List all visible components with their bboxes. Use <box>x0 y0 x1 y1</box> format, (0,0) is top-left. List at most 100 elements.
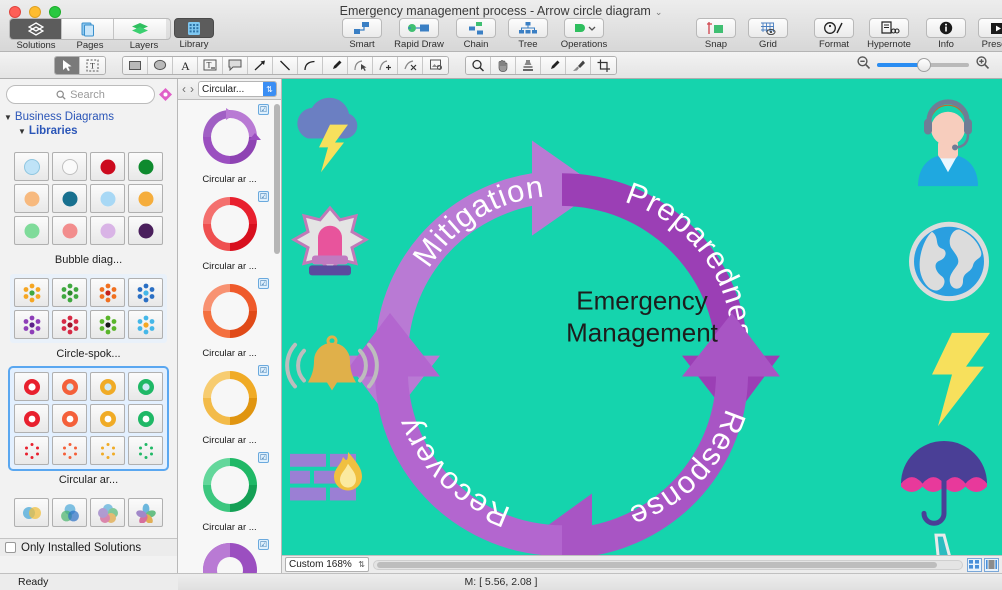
swatch[interactable] <box>52 184 87 213</box>
swatch[interactable] <box>52 216 87 245</box>
solutions-tree[interactable]: ▼ Business Diagrams ▼ Libraries <box>0 108 177 138</box>
library-button[interactable]: Library <box>168 18 220 50</box>
swatch[interactable] <box>14 310 49 339</box>
swatch[interactable] <box>52 436 87 465</box>
swatch[interactable] <box>128 404 163 433</box>
library-section-circle-spoke[interactable]: Circle-spok... <box>0 274 177 362</box>
library-sections[interactable]: Bubble diag... Circle-spok... Circular a… <box>0 138 177 573</box>
only-installed-row[interactable]: Only Installed Solutions <box>0 538 177 556</box>
swatch[interactable] <box>128 278 163 307</box>
diagram-canvas[interactable]: Mitigation Preparedness Re <box>282 79 1002 555</box>
list-item[interactable]: ☑ Circular ar ... <box>178 187 281 274</box>
hand-tool[interactable] <box>491 56 516 74</box>
swatch[interactable] <box>90 152 125 181</box>
swatch[interactable] <box>90 404 125 433</box>
swatch[interactable] <box>14 216 49 245</box>
zoom-level-select[interactable]: Custom 168% ⇅ <box>285 557 369 572</box>
list-item[interactable]: ☑ Circular ar ... <box>178 274 281 361</box>
zoom-tool[interactable] <box>466 56 491 74</box>
delete-node-tool[interactable] <box>398 56 423 74</box>
swatch[interactable] <box>52 372 87 401</box>
swatch[interactable] <box>90 372 125 401</box>
swatch[interactable] <box>128 310 163 339</box>
scrollbar-thumb[interactable] <box>377 561 937 568</box>
swatch[interactable] <box>90 436 125 465</box>
diagram-tools-group[interactable]: Smart Rapid Draw Chain Tree Operations <box>336 18 614 50</box>
line-tool[interactable] <box>273 56 298 74</box>
text-select-tool[interactable]: T <box>80 56 105 74</box>
present-button[interactable]: Present <box>972 18 1002 50</box>
layers-button[interactable] <box>114 19 166 39</box>
swatch[interactable] <box>14 278 49 307</box>
curve-tool[interactable] <box>298 56 323 74</box>
swatch[interactable] <box>90 278 125 307</box>
library-item-list[interactable]: ☑ Circular ar ... ☑ Circular ar ... ☑ Ci… <box>178 100 281 573</box>
swatch[interactable] <box>90 184 125 213</box>
pen-tool[interactable] <box>323 56 348 74</box>
swatch[interactable] <box>52 404 87 433</box>
stamp-tool[interactable] <box>516 56 541 74</box>
title-chevron-icon[interactable]: ⌄ <box>655 7 663 17</box>
library-button-group[interactable]: Library <box>168 18 220 50</box>
format-button[interactable]: Format <box>810 18 858 50</box>
rapid-draw-button[interactable]: Rapid Draw <box>388 18 450 50</box>
list-item[interactable]: ☑ Circular ar ... <box>178 361 281 448</box>
list-item[interactable]: ☑ Arrows donu ... <box>178 535 281 573</box>
swatch[interactable] <box>128 184 163 213</box>
search-input[interactable]: Search <box>6 85 155 104</box>
smart-button[interactable]: Smart <box>336 18 388 50</box>
only-installed-checkbox[interactable] <box>5 542 16 553</box>
horizontal-scrollbar[interactable] <box>373 559 963 570</box>
zoom-slider[interactable] <box>877 58 969 72</box>
view-mode-buttons[interactable] <box>967 557 999 572</box>
format-group[interactable]: Format Hypernote Info Present <box>810 18 1002 50</box>
stepper-icon[interactable]: ⇅ <box>263 82 276 96</box>
ellipse-tool[interactable] <box>148 56 173 74</box>
swatch[interactable] <box>14 404 49 433</box>
info-button[interactable]: Info <box>920 18 972 50</box>
single-view-button[interactable] <box>984 557 999 572</box>
swatch[interactable] <box>14 152 49 181</box>
swatch[interactable] <box>90 310 125 339</box>
chain-button[interactable]: Chain <box>450 18 502 50</box>
library-section-bubble[interactable]: Bubble diag... <box>0 148 177 268</box>
chevron-left-icon[interactable]: ‹ <box>182 82 186 96</box>
swatch[interactable] <box>52 310 87 339</box>
snap-grid-group[interactable]: Snap Grid <box>690 18 794 50</box>
zoom-slider-knob[interactable] <box>917 58 931 72</box>
grid-button[interactable]: Grid <box>742 18 794 50</box>
view-tool-group[interactable] <box>465 55 617 75</box>
library-selector[interactable]: Circular... ⇅ <box>198 81 277 97</box>
add-node-tool[interactable] <box>373 56 398 74</box>
rectangle-tool[interactable] <box>123 56 148 74</box>
crop-tool[interactable] <box>591 56 616 74</box>
zoom-out-icon[interactable] <box>856 55 871 75</box>
tree-triangle-icon[interactable]: ▼ <box>4 113 12 122</box>
selection-tool-group[interactable]: T <box>54 55 106 75</box>
text-tool[interactable]: A <box>173 56 198 74</box>
swatch[interactable] <box>90 498 125 527</box>
swatch[interactable] <box>128 372 163 401</box>
swatch[interactable] <box>52 498 87 527</box>
swatch[interactable] <box>14 372 49 401</box>
swatch[interactable] <box>52 152 87 181</box>
stepper-icon[interactable]: ⇅ <box>358 560 365 569</box>
swatch[interactable] <box>128 436 163 465</box>
pages-button[interactable] <box>62 19 114 39</box>
zoom-slider-group[interactable] <box>856 55 996 75</box>
swatch[interactable] <box>128 498 163 527</box>
document-title[interactable]: Emergency management process - Arrow cir… <box>0 4 1002 18</box>
pointer-tool[interactable] <box>55 56 80 74</box>
eyedropper-tool[interactable] <box>541 56 566 74</box>
tree-node-libraries[interactable]: ▼ Libraries <box>4 124 177 138</box>
tree-node-business-diagrams[interactable]: ▼ Business Diagrams <box>4 110 177 124</box>
hypernote-button[interactable]: Hypernote <box>858 18 920 50</box>
text-box-tool[interactable]: T <box>198 56 223 74</box>
solutions-button[interactable] <box>10 19 62 39</box>
callout-tool[interactable] <box>223 56 248 74</box>
grid-view-button[interactable] <box>967 557 982 572</box>
drawing-toolbar[interactable]: T A T <box>0 52 1002 79</box>
paintbrush-tool[interactable] <box>566 56 591 74</box>
swatch[interactable] <box>128 216 163 245</box>
swatch[interactable] <box>128 152 163 181</box>
